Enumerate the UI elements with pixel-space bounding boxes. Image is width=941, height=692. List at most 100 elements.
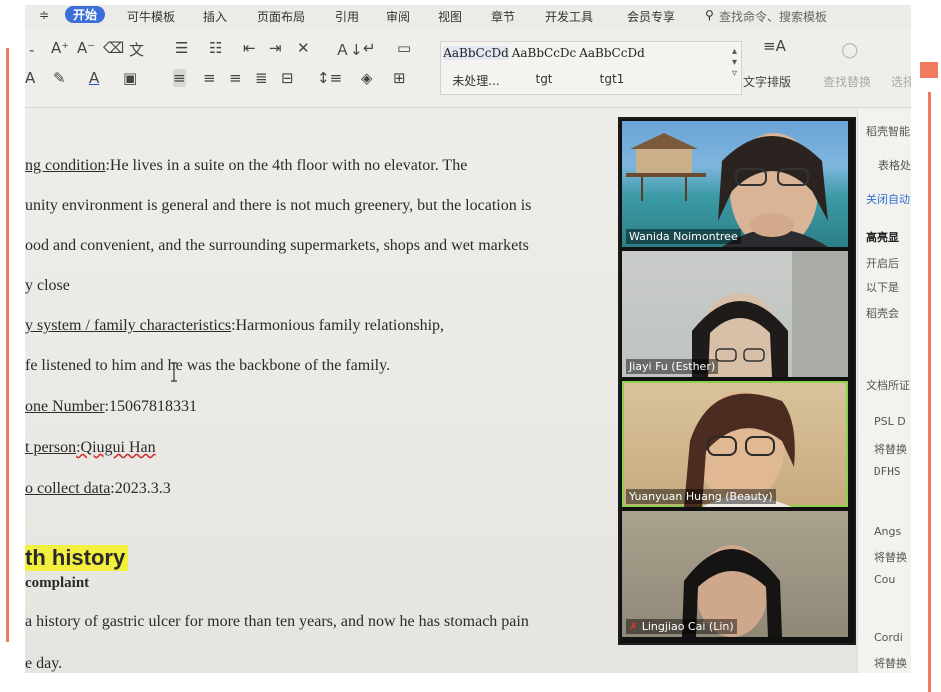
doc-line: one Number:15067818331 <box>25 398 197 415</box>
tab-page-layout[interactable]: 页面布局 <box>257 8 305 25</box>
command-search-input[interactable]: 查找命令、搜索模板 <box>719 8 827 25</box>
style-preview-3[interactable]: AaBbCcDd <box>579 46 645 60</box>
doc-line: o collect data:2023.3.3 <box>25 480 171 497</box>
align-left-icon[interactable]: ≡ <box>173 69 186 87</box>
side-panel-item[interactable]: 稻壳智能 <box>866 123 910 139</box>
find-replace-icon[interactable]: ○ <box>841 37 858 61</box>
side-panel-item[interactable]: Angs <box>874 525 901 538</box>
side-panel-item: Cou <box>874 573 896 586</box>
align-center-icon[interactable]: ≡ <box>203 69 216 87</box>
ribbon-toolbar: - A⁺ A⁻ ⌫ 文 ☰ ☷ ⇤ ⇥ ✕ Ａ↓ ↵ ▭ A ✎ A ▣ ≡ ≡… <box>25 27 911 108</box>
style-gallery: AaBbCcDd AaBbCcDc AaBbCcDd 未处理... tgt tg… <box>440 41 742 95</box>
participant-name: Yuanyuan Huang (Beauty) <box>626 489 776 504</box>
doc-line: fe listened to him and he was the backbo… <box>25 357 391 374</box>
side-panel-item[interactable]: 表格处 <box>878 157 911 173</box>
participant-tile[interactable]: Wanida Noimontree <box>622 121 848 247</box>
section-subheading: complaint <box>25 575 90 591</box>
doc-line: e day. <box>25 655 63 672</box>
muted-mic-icon: ✗ <box>629 620 639 633</box>
doc-line: a history of gastric ulcer for more than… <box>25 613 529 630</box>
find-replace-label[interactable]: 查找替换 <box>823 73 871 90</box>
side-panel-item: 稻壳会 <box>866 307 899 320</box>
bullets-icon[interactable]: ☰ <box>175 39 188 57</box>
side-panel-item: 以下是 <box>866 281 899 294</box>
tab-insert[interactable]: 插入 <box>203 8 227 25</box>
side-panel-item: 开启后 <box>866 257 899 270</box>
right-accent-bar <box>928 92 931 692</box>
doc-line: ood and convenient, and the surrounding … <box>25 237 529 254</box>
gallery-scroll-icon[interactable]: ▴ ▾ ▿ <box>732 46 737 79</box>
style-name-2: tgt <box>535 72 553 86</box>
text-cursor-icon <box>171 362 177 382</box>
style-name-1: 未处理... <box>452 74 500 88</box>
tab-view[interactable]: 视图 <box>438 8 462 25</box>
doc-line: ng condition:He lives in a suite on the … <box>25 157 468 174</box>
tab-references[interactable]: 引用 <box>335 8 359 25</box>
menu-dropdown[interactable]: ≑ <box>39 8 49 22</box>
side-panel: 稻壳智能 表格处 关闭自动 高亮显 开启后 以下是 稻壳会 文档所证 PSL D… <box>857 109 911 673</box>
clear-format-icon[interactable]: ⌫ <box>103 39 124 57</box>
doc-line: t person:Qiugui Han <box>25 439 156 456</box>
text-layout-label[interactable]: 文字排版 <box>743 73 791 90</box>
distribute-icon[interactable]: ⊟ <box>281 69 294 87</box>
font-size-dropdown[interactable]: - <box>29 41 34 59</box>
select-label[interactable]: 选择 <box>891 73 911 90</box>
participant-name: Jiayi Fu (Esther) <box>626 359 719 374</box>
side-panel-item: 文档所证 <box>866 379 910 392</box>
style-preview-2[interactable]: AaBbCcDc <box>511 46 577 60</box>
doc-line: y close <box>25 277 70 294</box>
participant-tile[interactable]: ✗ Lingjiao Cai (Lin) <box>622 511 848 637</box>
indent-icon[interactable]: ⇥ <box>269 39 282 57</box>
sort-icon[interactable]: Ａ↓ <box>335 39 363 60</box>
side-panel-item[interactable]: Cordi <box>874 631 903 644</box>
participant-name: Wanida Noimontree <box>626 229 741 244</box>
tab-member[interactable]: 会员专享 <box>627 8 675 25</box>
left-accent-bar <box>6 48 9 642</box>
text-layout-icon[interactable]: ≡A <box>763 37 786 55</box>
highlight-icon[interactable]: ✎ <box>53 69 66 87</box>
chinese-layout-icon[interactable]: ✕ <box>297 39 310 57</box>
side-panel-item[interactable]: PSL D <box>874 415 906 428</box>
tab-templates[interactable]: 可牛模板 <box>127 8 175 25</box>
doc-line: y system / family characteristics:Harmon… <box>25 317 445 334</box>
table-border-icon[interactable]: ▭ <box>397 39 411 57</box>
participant-tile[interactable]: Jiayi Fu (Esther) <box>622 251 848 377</box>
right-accent-mark <box>920 62 938 78</box>
menu-bar: ≑ 开始 可牛模板 插入 页面布局 引用 审阅 视图 章节 开发工具 会员专享 … <box>25 5 911 27</box>
font-color-icon[interactable]: A <box>89 69 99 87</box>
side-panel-item[interactable]: 高亮显 <box>866 229 899 245</box>
monitor-photo: ≑ 开始 可牛模板 插入 页面布局 引用 审阅 视图 章节 开发工具 会员专享 … <box>25 5 911 673</box>
tab-sections[interactable]: 章节 <box>491 8 515 25</box>
participant-tile-speaking[interactable]: Yuanyuan Huang (Beauty) <box>622 381 848 507</box>
participant-name-text: Lingjiao Cai (Lin) <box>641 620 734 633</box>
justify-icon[interactable]: ≣ <box>255 69 268 87</box>
align-right-icon[interactable]: ≡ <box>229 69 242 87</box>
borders-icon[interactable]: ⊞ <box>393 69 406 87</box>
line-spacing-icon[interactable]: ↕≡ <box>317 69 342 87</box>
numbering-icon[interactable]: ☷ <box>209 39 222 57</box>
shading-icon[interactable]: ◈ <box>361 69 373 87</box>
tab-start[interactable]: 开始 <box>65 6 106 23</box>
shrink-font-icon[interactable]: A⁻ <box>77 39 95 57</box>
side-panel-item: 将替换 <box>874 551 907 564</box>
side-panel-item: 将替换 <box>874 443 907 456</box>
search-icon[interactable]: ⚲ <box>705 8 714 22</box>
show-marks-icon[interactable]: ↵ <box>363 39 376 57</box>
side-panel-item: 将替换 <box>874 657 907 670</box>
video-call-gallery: Wanida Noimontree Jiayi Fu (Esther) Yuan… <box>618 117 856 645</box>
side-panel-item: DFHS <box>874 465 901 478</box>
tab-developer[interactable]: 开发工具 <box>545 8 593 25</box>
participant-name: ✗ Lingjiao Cai (Lin) <box>626 619 737 634</box>
style-preview-1[interactable]: AaBbCcDd <box>443 46 509 60</box>
grow-font-icon[interactable]: A⁺ <box>51 39 69 57</box>
phonetic-icon[interactable]: 文 <box>129 39 144 60</box>
side-panel-item[interactable]: 关闭自动 <box>866 191 910 207</box>
document-page[interactable]: ng condition:He lives in a suite on the … <box>25 109 625 673</box>
char-border-icon[interactable]: ▣ <box>123 69 137 87</box>
doc-line: unity environment is general and there i… <box>25 197 532 214</box>
tab-review[interactable]: 审阅 <box>386 8 410 25</box>
text-effect-icon[interactable]: A <box>25 69 35 87</box>
outdent-icon[interactable]: ⇤ <box>243 39 256 57</box>
style-name-3: tgt1 <box>599 72 625 86</box>
section-heading: th history <box>25 545 129 571</box>
